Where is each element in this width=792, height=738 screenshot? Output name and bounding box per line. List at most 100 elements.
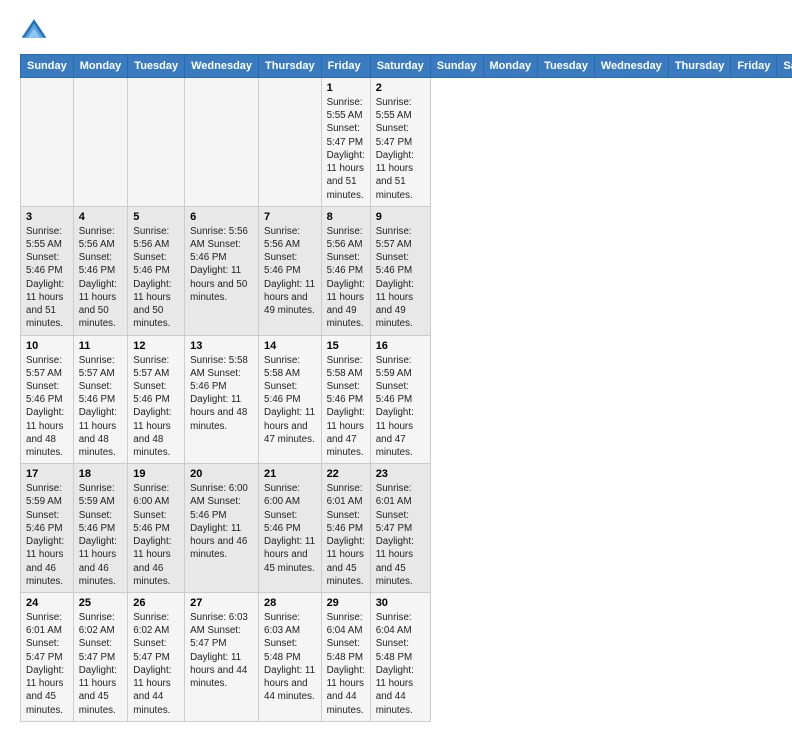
weekday-friday: Friday (321, 55, 370, 78)
weekday-saturday: Saturday (370, 55, 430, 78)
weekday-tuesday: Tuesday (538, 55, 595, 78)
day-number: 16 (376, 340, 425, 352)
weekday-monday: Monday (483, 55, 538, 78)
header (20, 16, 772, 44)
weekday-wednesday: Wednesday (594, 55, 668, 78)
day-number: 26 (133, 597, 179, 609)
day-info: Sunrise: 6:00 AM Sunset: 5:46 PM Dayligh… (264, 482, 316, 575)
day-info: Sunrise: 5:59 AM Sunset: 5:46 PM Dayligh… (26, 482, 68, 588)
calendar-week-3: 10 Sunrise: 5:57 AM Sunset: 5:46 PM Dayli… (21, 335, 792, 464)
weekday-thursday: Thursday (259, 55, 322, 78)
day-number: 7 (264, 211, 316, 223)
calendar-cell: 10 Sunrise: 5:57 AM Sunset: 5:46 PM Dayli… (21, 335, 74, 464)
calendar-cell: 2 Sunrise: 5:55 AM Sunset: 5:47 PM Daylig… (370, 78, 430, 207)
day-number: 8 (327, 211, 365, 223)
day-info: Sunrise: 5:58 AM Sunset: 5:46 PM Dayligh… (327, 354, 365, 460)
calendar-week-2: 3 Sunrise: 5:55 AM Sunset: 5:46 PM Daylig… (21, 206, 792, 335)
calendar-table: SundayMondayTuesdayWednesdayThursdayFrid… (20, 54, 792, 722)
day-info: Sunrise: 5:55 AM Sunset: 5:47 PM Dayligh… (327, 96, 365, 202)
day-number: 27 (190, 597, 253, 609)
day-info: Sunrise: 5:59 AM Sunset: 5:46 PM Dayligh… (79, 482, 123, 588)
weekday-thursday: Thursday (668, 55, 731, 78)
page: SundayMondayTuesdayWednesdayThursdayFrid… (0, 0, 792, 738)
calendar-cell: 18 Sunrise: 5:59 AM Sunset: 5:46 PM Dayli… (73, 464, 128, 593)
day-info: Sunrise: 5:56 AM Sunset: 5:46 PM Dayligh… (264, 225, 316, 318)
day-info: Sunrise: 5:55 AM Sunset: 5:46 PM Dayligh… (26, 225, 68, 331)
day-info: Sunrise: 6:04 AM Sunset: 5:48 PM Dayligh… (327, 611, 365, 717)
calendar-cell: 20Sunrise: 6:00 AM Sunset: 5:46 PM Dayli… (185, 464, 259, 593)
weekday-saturday: Saturday (777, 55, 792, 78)
day-number: 9 (376, 211, 425, 223)
calendar-cell: 8 Sunrise: 5:56 AM Sunset: 5:46 PM Daylig… (321, 206, 370, 335)
day-info: Sunrise: 5:57 AM Sunset: 5:46 PM Dayligh… (133, 354, 179, 460)
day-number: 11 (79, 340, 123, 352)
weekday-sunday: Sunday (430, 55, 483, 78)
calendar-cell: 19 Sunrise: 6:00 AM Sunset: 5:46 PM Dayli… (128, 464, 185, 593)
day-number: 21 (264, 468, 316, 480)
calendar-cell: 9 Sunrise: 5:57 AM Sunset: 5:46 PM Daylig… (370, 206, 430, 335)
day-info: Sunrise: 5:58 AM Sunset: 5:46 PM Dayligh… (190, 354, 253, 433)
calendar-cell: 16 Sunrise: 5:59 AM Sunset: 5:46 PM Dayli… (370, 335, 430, 464)
calendar-cell: 17 Sunrise: 5:59 AM Sunset: 5:46 PM Dayli… (21, 464, 74, 593)
day-info: Sunrise: 5:57 AM Sunset: 5:46 PM Dayligh… (79, 354, 123, 460)
calendar-cell: 3 Sunrise: 5:55 AM Sunset: 5:46 PM Daylig… (21, 206, 74, 335)
day-info: Sunrise: 6:01 AM Sunset: 5:47 PM Dayligh… (26, 611, 68, 717)
day-number: 1 (327, 82, 365, 94)
calendar-cell (73, 78, 128, 207)
weekday-monday: Monday (73, 55, 128, 78)
calendar-cell: 6 Sunrise: 5:56 AM Sunset: 5:46 PM Daylig… (185, 206, 259, 335)
logo-icon (20, 16, 48, 44)
day-number: 23 (376, 468, 425, 480)
weekday-friday: Friday (731, 55, 777, 78)
calendar-cell: 1 Sunrise: 5:55 AM Sunset: 5:47 PM Daylig… (321, 78, 370, 207)
weekday-header-row: SundayMondayTuesdayWednesdayThursdayFrid… (21, 55, 792, 78)
calendar-cell: 12Sunrise: 5:57 AM Sunset: 5:46 PM Dayli… (128, 335, 185, 464)
day-info: Sunrise: 6:04 AM Sunset: 5:48 PM Dayligh… (376, 611, 425, 717)
calendar-cell: 13 Sunrise: 5:58 AM Sunset: 5:46 PM Dayli… (185, 335, 259, 464)
calendar-cell: 22 Sunrise: 6:01 AM Sunset: 5:46 PM Dayli… (321, 464, 370, 593)
weekday-sunday: Sunday (21, 55, 74, 78)
day-info: Sunrise: 6:00 AM Sunset: 5:46 PM Dayligh… (133, 482, 179, 588)
weekday-tuesday: Tuesday (128, 55, 185, 78)
day-info: Sunrise: 6:01 AM Sunset: 5:46 PM Dayligh… (327, 482, 365, 588)
logo (20, 16, 50, 44)
day-number: 17 (26, 468, 68, 480)
day-number: 2 (376, 82, 425, 94)
calendar-cell: 4 Sunrise: 5:56 AM Sunset: 5:46 PM Daylig… (73, 206, 128, 335)
calendar-cell (128, 78, 185, 207)
day-number: 3 (26, 211, 68, 223)
day-number: 19 (133, 468, 179, 480)
calendar-cell (21, 78, 74, 207)
calendar-cell: 5Sunrise: 5:56 AM Sunset: 5:46 PM Daylig… (128, 206, 185, 335)
day-info: Sunrise: 5:56 AM Sunset: 5:46 PM Dayligh… (190, 225, 253, 304)
calendar-week-4: 17 Sunrise: 5:59 AM Sunset: 5:46 PM Dayli… (21, 464, 792, 593)
day-info: Sunrise: 6:02 AM Sunset: 5:47 PM Dayligh… (133, 611, 179, 717)
day-number: 4 (79, 211, 123, 223)
calendar-cell: 7 Sunrise: 5:56 AM Sunset: 5:46 PM Daylig… (259, 206, 322, 335)
day-info: Sunrise: 6:02 AM Sunset: 5:47 PM Dayligh… (79, 611, 123, 717)
day-number: 13 (190, 340, 253, 352)
calendar-cell: 14Sunrise: 5:58 AM Sunset: 5:46 PM Dayli… (259, 335, 322, 464)
day-number: 22 (327, 468, 365, 480)
day-info: Sunrise: 5:56 AM Sunset: 5:46 PM Dayligh… (133, 225, 179, 331)
day-info: Sunrise: 5:56 AM Sunset: 5:46 PM Dayligh… (327, 225, 365, 331)
day-info: Sunrise: 6:01 AM Sunset: 5:47 PM Dayligh… (376, 482, 425, 588)
day-number: 20 (190, 468, 253, 480)
day-info: Sunrise: 5:56 AM Sunset: 5:46 PM Dayligh… (79, 225, 123, 331)
day-info: Sunrise: 5:57 AM Sunset: 5:46 PM Dayligh… (26, 354, 68, 460)
day-number: 30 (376, 597, 425, 609)
day-number: 6 (190, 211, 253, 223)
day-info: Sunrise: 6:03 AM Sunset: 5:48 PM Dayligh… (264, 611, 316, 704)
day-number: 10 (26, 340, 68, 352)
day-number: 25 (79, 597, 123, 609)
day-info: Sunrise: 5:55 AM Sunset: 5:47 PM Dayligh… (376, 96, 425, 202)
calendar-cell: 21 Sunrise: 6:00 AM Sunset: 5:46 PM Dayli… (259, 464, 322, 593)
day-number: 18 (79, 468, 123, 480)
calendar-cell: 23 Sunrise: 6:01 AM Sunset: 5:47 PM Dayli… (370, 464, 430, 593)
weekday-wednesday: Wednesday (185, 55, 259, 78)
day-info: Sunrise: 5:59 AM Sunset: 5:46 PM Dayligh… (376, 354, 425, 460)
calendar-cell: 15Sunrise: 5:58 AM Sunset: 5:46 PM Dayli… (321, 335, 370, 464)
calendar-cell (259, 78, 322, 207)
calendar-cell (185, 78, 259, 207)
day-info: Sunrise: 5:57 AM Sunset: 5:46 PM Dayligh… (376, 225, 425, 331)
